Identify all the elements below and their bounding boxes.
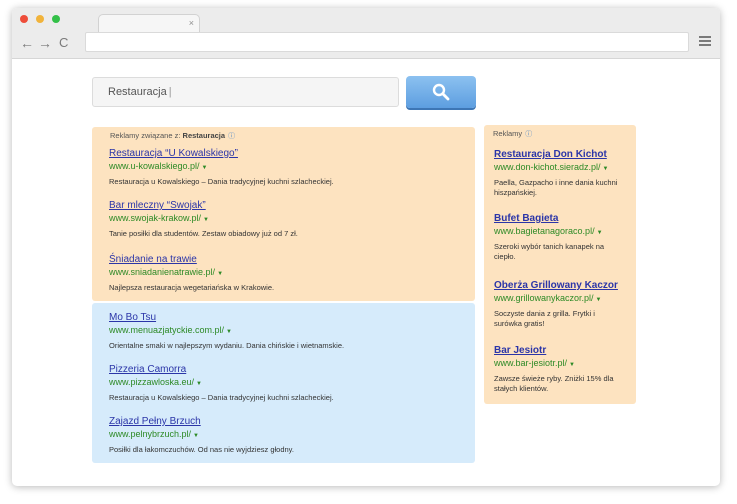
dropdown-arrow-icon[interactable]: ▼ [226, 329, 232, 335]
dropdown-arrow-icon[interactable]: ▼ [569, 362, 575, 368]
result-item: Mo Bo Tsu www.menuazjatyckie.com.pl/▼ Or… [109, 312, 344, 351]
reload-icon[interactable]: C [59, 35, 68, 51]
maximize-window-button[interactable] [52, 15, 60, 23]
ad-description: Szeroki wybór tanich kanapek na ciepło. [494, 242, 605, 261]
browser-tab[interactable]: × [98, 14, 200, 33]
ad-title-link[interactable]: Bar Jesiotr [494, 345, 619, 357]
magnifier-icon [432, 83, 450, 101]
ad-item: Bufet Bagieta www.bagietanagoraco.pl/▼ S… [494, 213, 619, 262]
ad-title-link[interactable]: Oberża Grillowany Kaczor [494, 280, 619, 292]
dropdown-arrow-icon[interactable]: ▼ [196, 381, 202, 387]
dropdown-arrow-icon[interactable]: ▼ [597, 230, 603, 236]
ad-description: Paella, Gazpacho i inne dania kuchni his… [494, 178, 618, 197]
ad-item: Bar mleczny “Swojak” www.swojak-krakow.p… [109, 200, 298, 239]
result-description: Orientalne smaki w najlepszym wydaniu. D… [109, 341, 345, 350]
search-results: Mo Bo Tsu www.menuazjatyckie.com.pl/▼ Or… [92, 303, 475, 463]
ad-url[interactable]: www.swojak-krakow.pl/▼ [109, 213, 298, 226]
ad-description: Zawsze świeże ryby. Zniżki 15% dla stały… [494, 374, 614, 393]
minimize-window-button[interactable] [36, 15, 44, 23]
result-description: Posiłki dla łakomczuchów. Od nas nie wyj… [109, 445, 294, 454]
dropdown-arrow-icon[interactable]: ▼ [203, 217, 209, 223]
close-window-button[interactable] [20, 15, 28, 23]
address-bar[interactable] [85, 32, 689, 52]
info-icon[interactable]: ⓘ [525, 130, 532, 140]
result-url[interactable]: www.pizzawloska.eu/▼ [109, 377, 334, 390]
ad-title-link[interactable]: Restauracja Don Kichot [494, 149, 619, 161]
result-item: Zajazd Pełny Brzuch www.pelnybrzuch.pl/▼… [109, 416, 294, 455]
ad-title-link[interactable]: Śniadanie na trawie [109, 254, 274, 266]
ad-item: Restauracja Don Kichot www.don-kichot.si… [494, 149, 619, 198]
sponsored-label: Reklamy związane z: Restauracja ⓘ [110, 131, 236, 142]
tab-close-icon[interactable]: × [189, 16, 194, 30]
ad-item: Oberża Grillowany Kaczor www.grillowanyk… [494, 280, 619, 329]
sponsored-ads-side: Reklamy ⓘ Restauracja Don Kichot www.don-… [484, 125, 636, 404]
ad-description: Restauracja u Kowalskiego – Dania tradyc… [109, 177, 334, 186]
result-title-link[interactable]: Pizzeria Camorra [109, 364, 334, 376]
ad-url[interactable]: www.bagietanagoraco.pl/▼ [494, 226, 619, 239]
search-query: Restauracja [108, 86, 167, 98]
forward-arrow-icon[interactable]: → [38, 35, 52, 51]
ad-description: Tanie posiłki dla studentów. Zestaw obia… [109, 229, 298, 238]
result-title-link[interactable]: Zajazd Pełny Brzuch [109, 416, 294, 428]
result-item: Pizzeria Camorra www.pizzawloska.eu/▼ Re… [109, 364, 334, 403]
sponsored-ads-top: Reklamy związane z: Restauracja ⓘ Restaur… [92, 127, 475, 301]
dropdown-arrow-icon[interactable]: ▼ [193, 433, 199, 439]
result-url[interactable]: www.menuazjatyckie.com.pl/▼ [109, 325, 344, 338]
ad-description: Najlepsza restauracja wegetariańska w Kr… [109, 283, 275, 292]
result-description: Restauracja u Kowalskiego – Dania tradyc… [109, 393, 334, 402]
ad-url[interactable]: www.grillowanykaczor.pl/▼ [494, 293, 619, 306]
back-arrow-icon[interactable]: ← [20, 35, 34, 51]
ad-url[interactable]: www.bar-jesiotr.pl/▼ [494, 358, 619, 371]
info-icon[interactable]: ⓘ [228, 132, 235, 142]
dropdown-arrow-icon[interactable]: ▼ [217, 271, 223, 277]
ad-item: Śniadanie na trawie www.sniadanienatrawi… [109, 254, 274, 293]
dropdown-arrow-icon[interactable]: ▼ [603, 166, 609, 172]
ad-url[interactable]: www.sniadanienatrawie.pl/▼ [109, 267, 274, 280]
dropdown-arrow-icon[interactable]: ▼ [596, 297, 602, 303]
ad-url[interactable]: www.u-kowalskiego.pl/▼ [109, 161, 334, 174]
ad-description: Soczyste dania z grilla. Frytki i surówk… [494, 309, 595, 328]
ad-url[interactable]: www.don-kichot.sieradz.pl/▼ [494, 162, 619, 175]
ad-title-link[interactable]: Restauracja “U Kowalskiego” [109, 148, 334, 160]
hamburger-menu-icon[interactable] [699, 36, 711, 47]
ad-item: Restauracja “U Kowalskiego” www.u-kowals… [109, 148, 334, 187]
dropdown-arrow-icon[interactable]: ▼ [202, 165, 208, 171]
browser-toolbar: × ← → C [12, 8, 720, 59]
search-button[interactable] [406, 76, 476, 108]
ad-title-link[interactable]: Bufet Bagieta [494, 213, 619, 225]
ad-item: Bar Jesiotr www.bar-jesiotr.pl/▼ Zawsze … [494, 345, 619, 394]
sponsored-label: Reklamy ⓘ [493, 129, 533, 140]
search-input[interactable]: Restauracja | [92, 77, 399, 107]
result-url[interactable]: www.pelnybrzuch.pl/▼ [109, 429, 294, 442]
result-title-link[interactable]: Mo Bo Tsu [109, 312, 344, 324]
ad-title-link[interactable]: Bar mleczny “Swojak” [109, 200, 298, 212]
